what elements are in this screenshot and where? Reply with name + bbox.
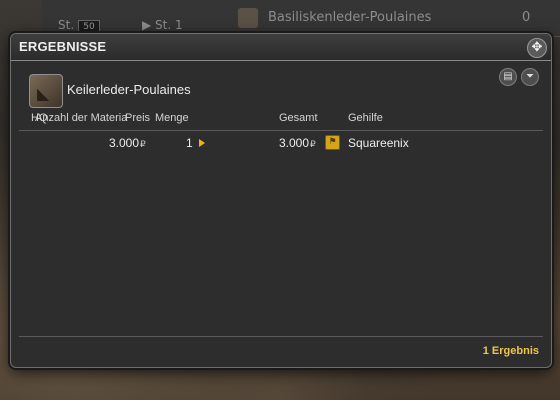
results-window: ERGEBNISSE ✥ ▤ ⏷ ◣ Keilerleder-Poulaines… bbox=[10, 33, 552, 368]
gil-icon: ₽ bbox=[140, 139, 146, 149]
background-item-count: 0 bbox=[522, 10, 531, 25]
close-icon[interactable]: ✥ bbox=[527, 38, 547, 58]
stack-value: 50 bbox=[78, 20, 100, 34]
column-header-total[interactable]: Gesamt bbox=[279, 112, 318, 124]
item-icon[interactable]: ◣ bbox=[29, 74, 63, 108]
column-header-quantity[interactable]: Menge bbox=[155, 112, 189, 124]
table-row[interactable]: 3.000₽ 1 3.000₽ ⚑ Squareenix bbox=[19, 132, 543, 154]
total-cell: 3.000₽ bbox=[279, 136, 316, 150]
arrow-right-icon bbox=[199, 139, 205, 147]
item-name: Keilerleder-Poulaines bbox=[67, 82, 191, 97]
window-title: ERGEBNISSE bbox=[19, 39, 107, 54]
price-cell: 3.000₽ bbox=[109, 136, 146, 150]
background-item-name: Basiliskenleder-Poulaines bbox=[268, 10, 432, 25]
column-header-price[interactable]: Preis bbox=[125, 112, 150, 124]
footer-divider bbox=[19, 336, 543, 337]
title-bar[interactable]: ERGEBNISSE ✥ bbox=[11, 34, 551, 61]
quantity-cell: 1 bbox=[186, 136, 193, 150]
boot-icon: ◣ bbox=[37, 84, 50, 103]
retainer-cell: Squareenix bbox=[348, 136, 409, 150]
column-header-materia[interactable]: Anzahl der Materia bbox=[35, 112, 127, 124]
retainer-icon: ⚑ bbox=[325, 135, 340, 150]
filter-icon[interactable]: ⏷ bbox=[521, 68, 539, 86]
background-market-window: St. 50 ▶ St. 1 Basiliskenleder-Poulaines… bbox=[42, 0, 560, 37]
stack-label: St. bbox=[58, 18, 75, 32]
stack-label-2: ▶ St. 1 bbox=[142, 18, 183, 32]
gil-icon: ₽ bbox=[310, 139, 316, 149]
list-view-button[interactable]: ▤ bbox=[499, 68, 517, 86]
result-count: 1 Ergebnis bbox=[482, 345, 539, 357]
background-item-icon bbox=[238, 8, 258, 28]
header-divider bbox=[19, 130, 543, 131]
column-header-retainer[interactable]: Gehilfe bbox=[348, 112, 383, 124]
